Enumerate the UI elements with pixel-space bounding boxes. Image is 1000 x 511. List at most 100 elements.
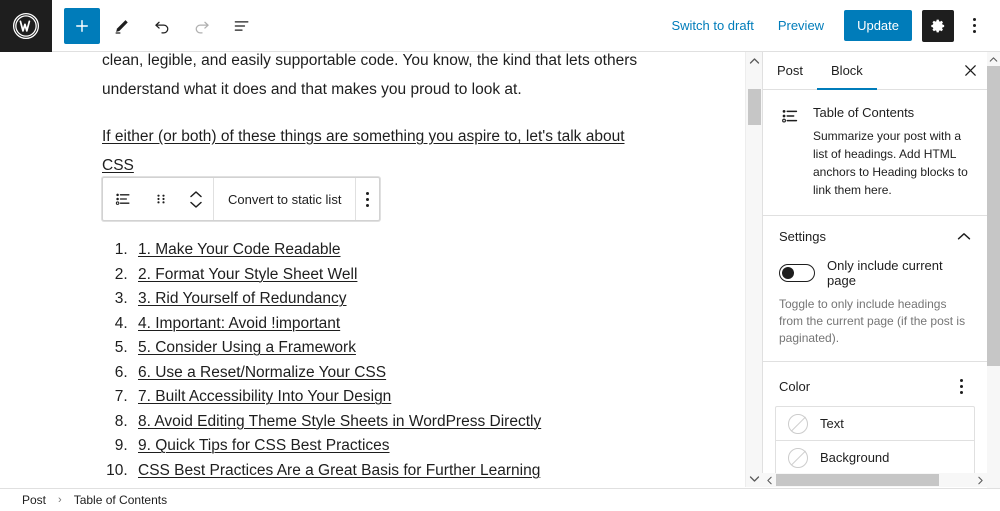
redo-button[interactable] [184,8,220,44]
block-info-card: Table of Contents Summarize your post wi… [763,90,987,216]
color-panel-title: Color [779,378,811,394]
undo-button[interactable] [144,8,180,44]
paragraph-block-1[interactable]: understand what it does and that makes y… [0,75,745,104]
settings-panel-header[interactable]: Settings [763,216,987,254]
top-bar-right-actions: Switch to draft Preview Update [661,8,1000,44]
color-swatch-empty-icon [788,413,808,434]
settings-sidebar: Post Block Table of Contents Summarize y… [762,52,987,487]
list-item[interactable]: 2. Format Your Style Sheet Well [132,263,745,288]
color-label: Text [820,416,844,431]
paragraph-clipped[interactable]: clean, legible, and easily supportable c… [0,52,745,75]
convert-to-static-list-button[interactable]: Convert to static list [214,178,355,220]
tab-post[interactable]: Post [763,52,817,90]
more-options-button[interactable] [958,8,990,44]
toc-link[interactable]: 8. Avoid Editing Theme Style Sheets in W… [138,413,541,430]
breadcrumb-separator: › [58,494,62,506]
toc-link[interactable]: 7. Built Accessibility Into Your Design [138,388,391,405]
gear-icon [931,19,945,32]
undo-arrow-icon [155,21,169,33]
block-type-button[interactable] [103,178,143,220]
table-of-contents-icon [779,104,803,132]
drag-handle-icon [157,194,165,204]
block-toolbar: Convert to static list [102,177,381,221]
chevron-up-icon[interactable] [189,190,203,199]
editor-canvas[interactable]: clean, legible, and easily supportable c… [0,52,745,487]
sidebar-vertical-scrollbar[interactable] [987,52,1000,511]
canvas-vertical-scrollbar[interactable] [745,52,762,487]
color-row-text[interactable]: Text [776,407,974,441]
breadcrumb-post[interactable]: Post [18,491,50,509]
list-item[interactable]: 8. Avoid Editing Theme Style Sheets in W… [132,410,745,435]
switch-to-draft-button[interactable]: Switch to draft [661,12,763,39]
color-row-background[interactable]: Background [776,441,974,475]
edit-tool-button[interactable] [104,8,140,44]
scroll-thumb[interactable] [748,89,761,125]
list-item[interactable]: 5. Consider Using a Framework [132,336,745,361]
plus-icon [76,19,88,32]
list-view-icon [234,20,249,31]
settings-panel-title: Settings [779,229,826,244]
block-more-options-button[interactable] [356,178,379,220]
move-block-buttons[interactable] [179,178,213,220]
chevron-down-icon [749,475,760,482]
three-dots-vertical-icon [366,191,370,207]
toc-link[interactable]: 2. Format Your Style Sheet Well [138,266,357,283]
color-swatch-empty-icon [788,447,808,468]
chevron-down-icon[interactable] [189,200,203,209]
preview-button[interactable]: Preview [768,12,834,39]
wordpress-logo-icon[interactable] [0,0,52,52]
sidebar-horizontal-scrollbar[interactable] [762,473,987,487]
toc-link[interactable]: 1. Make Your Code Readable [138,241,341,258]
sidebar-hscroll-thumb[interactable] [776,474,939,486]
pencil-icon [115,19,128,34]
list-item[interactable]: 1. Make Your Code Readable [132,238,745,263]
toc-link[interactable]: 6. Use a Reset/Normalize Your CSS [138,364,386,381]
paragraph-link-text[interactable]: If either (or both) of these things are … [102,128,625,174]
color-options-button[interactable] [951,376,971,396]
sidebar-scroll-thumb[interactable] [987,66,1000,366]
paragraph-block-2[interactable]: If either (or both) of these things are … [0,122,745,180]
sidebar-hscroll-track[interactable] [776,473,973,487]
toc-link[interactable]: CSS Best Practices Are a Great Basis for… [138,462,540,479]
editor-top-bar: Switch to draft Preview Update [0,0,1000,52]
only-current-page-toggle[interactable] [779,264,815,282]
chevron-up-icon[interactable] [957,232,971,241]
scroll-up-button[interactable] [746,52,763,69]
sidebar-scroll-up-button[interactable] [987,52,1000,66]
settings-toggle-button[interactable] [922,9,954,42]
toggle-label: Only include current page [827,258,943,288]
chevron-right-icon [977,476,983,484]
drag-handle-button[interactable] [143,178,179,220]
list-item[interactable]: 9. Quick Tips for CSS Best Practices [132,434,745,459]
chevron-up-icon [989,56,998,62]
post-content: clean, legible, and easily supportable c… [0,52,745,487]
color-label: Background [820,450,890,465]
three-dots-vertical-icon [959,378,963,394]
three-dots-vertical-icon [972,18,976,33]
tab-block[interactable]: Block [817,52,877,90]
list-item[interactable]: 4. Important: Avoid !important [132,312,745,337]
list-item[interactable]: 3. Rid Yourself of Redundancy [132,287,745,312]
top-bar-left-tools [52,7,260,44]
table-of-contents-icon [115,193,130,205]
toc-link[interactable]: 3. Rid Yourself of Redundancy [138,290,347,307]
block-title: Table of Contents [813,105,915,120]
list-item[interactable]: 7. Built Accessibility Into Your Design [132,385,745,410]
toc-link[interactable]: 4. Important: Avoid !important [138,315,340,332]
list-item[interactable]: CSS Best Practices Are a Great Basis for… [132,459,745,484]
close-sidebar-button[interactable] [953,52,987,90]
list-item[interactable]: 6. Use a Reset/Normalize Your CSS [132,361,745,386]
update-button[interactable]: Update [844,10,912,41]
add-block-button[interactable] [64,7,100,44]
toc-link[interactable]: 9. Quick Tips for CSS Best Practices [138,437,390,454]
sidebar-scroll-left-button[interactable] [762,473,776,487]
sidebar-scroll-right-button[interactable] [973,473,987,487]
table-of-contents-list[interactable]: 1. Make Your Code Readable 2. Format You… [0,238,745,483]
toc-link[interactable]: 5. Consider Using a Framework [138,339,356,356]
scroll-down-button[interactable] [746,470,763,487]
breadcrumb-current-block[interactable]: Table of Contents [70,491,171,509]
list-view-button[interactable] [224,8,260,44]
only-current-page-toggle-row: Only include current page [763,254,987,288]
block-description: Summarize your post with a list of headi… [813,129,968,197]
toggle-knob [782,267,794,279]
